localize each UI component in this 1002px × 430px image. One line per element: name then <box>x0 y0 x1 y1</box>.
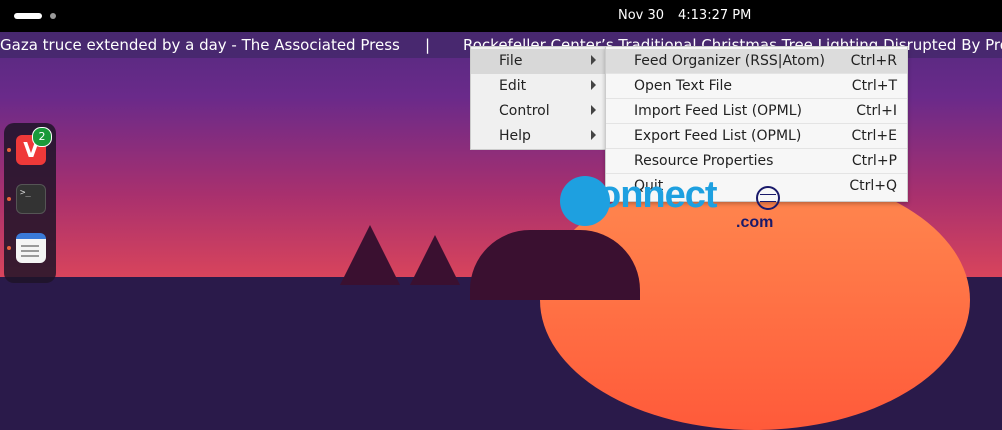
menu-item-import-opml[interactable]: Import Feed List (OPML) Ctrl+I <box>606 99 907 124</box>
wallpaper-silhouette-middle <box>410 235 460 285</box>
logo-text: onnect <box>598 174 718 216</box>
menu-item-label: Export Feed List (OPML) <box>634 128 802 144</box>
menu-item-shortcut: Ctrl+E <box>851 128 898 144</box>
terminal-icon[interactable]: >_ <box>16 184 46 214</box>
ticker-separator: | <box>425 36 431 54</box>
globe-line <box>760 194 776 195</box>
clock-time[interactable]: 4:13:27 PM <box>678 8 751 23</box>
menu-item-shortcut: Ctrl+P <box>851 153 897 169</box>
wallpaper-silhouette-right <box>470 230 640 300</box>
menu-item-label: Import Feed List (OPML) <box>634 103 802 119</box>
menu-item-label: Feed Organizer (RSS|Atom) <box>634 53 825 69</box>
menu-label: Help <box>499 128 531 144</box>
watermark-logo: onnect .com <box>560 174 795 236</box>
menu-item-shortcut: Ctrl+Q <box>849 178 897 194</box>
activities-indicator[interactable] <box>14 13 42 19</box>
submenu-arrow-icon <box>591 130 596 140</box>
terminal-glyph: >_ <box>20 188 31 198</box>
menu-file[interactable]: File <box>471 49 605 74</box>
notes-line <box>21 245 39 247</box>
dock: V 2 >_ <box>4 123 56 283</box>
menu-label: Edit <box>499 78 527 94</box>
globe-line <box>760 201 776 202</box>
menu-control[interactable]: Control <box>471 99 605 124</box>
text-editor-icon[interactable] <box>16 233 46 263</box>
ticker-headline[interactable]: Gaza truce extended by a day - The Assoc… <box>0 36 400 54</box>
menu-item-open-text-file[interactable]: Open Text File Ctrl+T <box>606 74 907 99</box>
menu-edit[interactable]: Edit <box>471 74 605 99</box>
notification-badge: 2 <box>32 127 52 147</box>
wallpaper-silhouette-left <box>340 225 400 285</box>
app-menubar: File Edit Control Help <box>470 46 606 150</box>
menu-item-shortcut: Ctrl+I <box>856 103 897 119</box>
running-indicator <box>7 246 11 250</box>
running-indicator <box>7 197 11 201</box>
menu-item-shortcut: Ctrl+T <box>851 78 897 94</box>
menu-item-resource-properties[interactable]: Resource Properties Ctrl+P <box>606 149 907 174</box>
menu-item-label: Open Text File <box>634 78 733 94</box>
submenu-arrow-icon <box>591 105 596 115</box>
notes-line <box>21 250 39 252</box>
logo-suffix: .com <box>736 214 774 231</box>
running-indicator <box>7 148 11 152</box>
globe-icon <box>756 186 780 210</box>
notes-line <box>21 255 39 257</box>
menu-item-feed-organizer[interactable]: Feed Organizer (RSS|Atom) Ctrl+R <box>606 49 907 74</box>
menu-item-export-opml[interactable]: Export Feed List (OPML) Ctrl+E <box>606 124 907 149</box>
menu-help[interactable]: Help <box>471 124 605 149</box>
submenu-arrow-icon <box>591 80 596 90</box>
submenu-arrow-icon <box>591 55 596 65</box>
workspace-dot[interactable] <box>50 13 56 19</box>
top-panel: Nov 30 4:13:27 PM <box>0 0 1002 32</box>
menu-label: Control <box>499 103 550 119</box>
clock-date[interactable]: Nov 30 <box>618 8 664 23</box>
menu-item-label: Resource Properties <box>634 153 774 169</box>
menu-label: File <box>499 53 523 69</box>
menu-item-shortcut: Ctrl+R <box>850 53 897 69</box>
